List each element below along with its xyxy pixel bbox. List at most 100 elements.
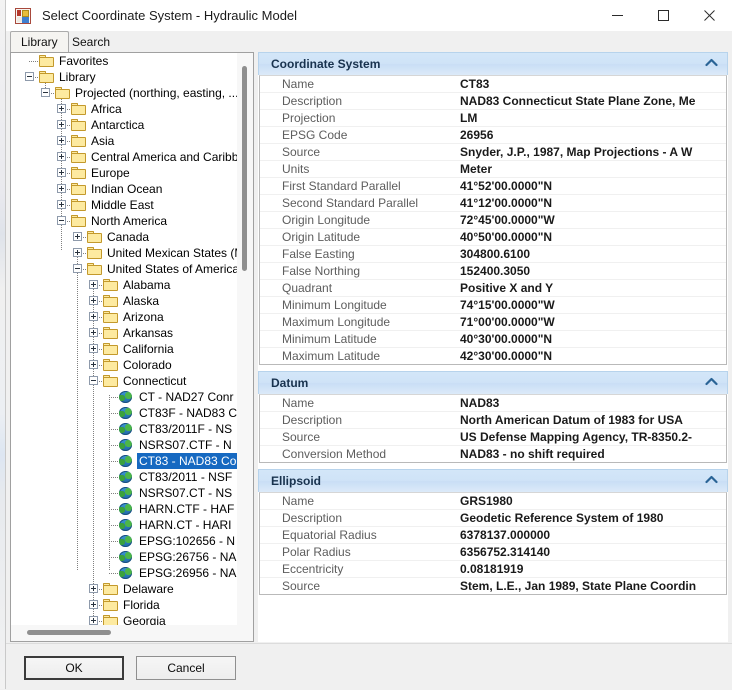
- tree-expand-icon[interactable]: [73, 232, 82, 241]
- property-row[interactable]: Name NAD83: [260, 395, 726, 412]
- tree-item[interactable]: CT83/2011 - NSF: [11, 469, 237, 485]
- maximize-icon[interactable]: [640, 0, 686, 31]
- cancel-button[interactable]: Cancel: [136, 656, 236, 680]
- tree-horizontal-scrollbar-thumb[interactable]: [27, 630, 111, 635]
- tree-item[interactable]: United States of America: [11, 261, 237, 277]
- tree-item[interactable]: Indian Ocean: [11, 181, 237, 197]
- property-row[interactable]: Second Standard Parallel 41°12'00.0000"N: [260, 195, 726, 212]
- tree-item[interactable]: Projected (northing, easting, ...): [11, 85, 237, 101]
- property-row[interactable]: Conversion Method NAD83 - no shift requir…: [260, 446, 726, 462]
- tree-item[interactable]: CT83/2011F - NS: [11, 421, 237, 437]
- tree-expand-icon[interactable]: [89, 312, 98, 321]
- section-header[interactable]: Datum: [258, 371, 728, 394]
- tree-expand-icon[interactable]: [89, 296, 98, 305]
- property-row[interactable]: EPSG Code 26956: [260, 127, 726, 144]
- tree-item[interactable]: Alabama: [11, 277, 237, 293]
- tree-item[interactable]: NSRS07.CTF - N: [11, 437, 237, 453]
- tab-search[interactable]: Search: [62, 31, 120, 52]
- property-row[interactable]: Maximum Latitude 42°30'00.0000"N: [260, 348, 726, 364]
- tree-item[interactable]: Alaska: [11, 293, 237, 309]
- minimize-icon[interactable]: [594, 0, 640, 31]
- chevron-up-icon[interactable]: [705, 58, 718, 70]
- tree-item[interactable]: Asia: [11, 133, 237, 149]
- section-header[interactable]: Coordinate System: [258, 52, 728, 75]
- tree-expand-icon[interactable]: [57, 136, 66, 145]
- property-row[interactable]: Units Meter: [260, 161, 726, 178]
- tree-item[interactable]: EPSG:26956 - NA: [11, 565, 237, 581]
- property-row[interactable]: Origin Longitude 72°45'00.0000"W: [260, 212, 726, 229]
- tree-expand-icon[interactable]: [89, 616, 98, 625]
- tree-item[interactable]: Antarctica: [11, 117, 237, 133]
- tree-expand-icon[interactable]: [89, 280, 98, 289]
- property-row[interactable]: Description North American Datum of 1983 …: [260, 412, 726, 429]
- tree-horizontal-scrollbar[interactable]: [11, 625, 237, 641]
- tree-item[interactable]: Delaware: [11, 581, 237, 597]
- tree-item[interactable]: CT - NAD27 Conr: [11, 389, 237, 405]
- property-row[interactable]: Source Snyder, J.P., 1987, Map Projection…: [260, 144, 726, 161]
- tree-expand-icon[interactable]: [89, 360, 98, 369]
- tree-collapse-icon[interactable]: [57, 216, 66, 225]
- property-row[interactable]: Quadrant Positive X and Y: [260, 280, 726, 297]
- tree-item[interactable]: Connecticut: [11, 373, 237, 389]
- tree-collapse-icon[interactable]: [89, 376, 98, 385]
- tree-item[interactable]: NSRS07.CT - NS: [11, 485, 237, 501]
- tree-expand-icon[interactable]: [57, 200, 66, 209]
- property-row[interactable]: Equatorial Radius 6378137.000000: [260, 527, 726, 544]
- tree-expand-icon[interactable]: [89, 344, 98, 353]
- tree-expand-icon[interactable]: [89, 584, 98, 593]
- chevron-up-icon[interactable]: [705, 377, 718, 389]
- tree-item[interactable]: HARN.CT - HARI: [11, 517, 237, 533]
- tree-collapse-icon[interactable]: [25, 72, 34, 81]
- property-row[interactable]: False Northing 152400.3050: [260, 263, 726, 280]
- property-row[interactable]: Maximum Longitude 71°00'00.0000"W: [260, 314, 726, 331]
- tree-item[interactable]: Arkansas: [11, 325, 237, 341]
- tree-item[interactable]: Central America and Caribbean: [11, 149, 237, 165]
- tree-expand-icon[interactable]: [89, 328, 98, 337]
- tree-expand-icon[interactable]: [57, 104, 66, 113]
- tree-item[interactable]: HARN.CTF - HAF: [11, 501, 237, 517]
- property-row[interactable]: Description NAD83 Connecticut State Plane…: [260, 93, 726, 110]
- tree-collapse-icon[interactable]: [41, 88, 50, 97]
- tree-vertical-scrollbar[interactable]: [237, 53, 253, 627]
- tree-item[interactable]: Africa: [11, 101, 237, 117]
- tree-item[interactable]: Middle East: [11, 197, 237, 213]
- tree-item[interactable]: United Mexican States (M: [11, 245, 237, 261]
- property-row[interactable]: Description Geodetic Reference System of …: [260, 510, 726, 527]
- tree-item[interactable]: EPSG:102656 - N: [11, 533, 237, 549]
- tree-item[interactable]: Library: [11, 69, 237, 85]
- chevron-up-icon[interactable]: [705, 475, 718, 487]
- tree-vertical-scrollbar-thumb[interactable]: [242, 66, 247, 271]
- property-row[interactable]: Name GRS1980: [260, 493, 726, 510]
- tree-item[interactable]: CT83 - NAD83 Co: [11, 453, 237, 469]
- property-row[interactable]: Polar Radius 6356752.314140: [260, 544, 726, 561]
- section-header[interactable]: Ellipsoid: [258, 469, 728, 492]
- property-row[interactable]: Eccentricity 0.08181919: [260, 561, 726, 578]
- property-row[interactable]: First Standard Parallel 41°52'00.0000"N: [260, 178, 726, 195]
- tree-expand-icon[interactable]: [89, 600, 98, 609]
- property-row[interactable]: False Easting 304800.6100: [260, 246, 726, 263]
- tab-library[interactable]: Library: [10, 31, 69, 52]
- tree-collapse-icon[interactable]: [73, 264, 82, 273]
- tree-item[interactable]: Europe: [11, 165, 237, 181]
- property-row[interactable]: Minimum Longitude 74°15'00.0000"W: [260, 297, 726, 314]
- tree-item[interactable]: EPSG:26756 - NA: [11, 549, 237, 565]
- property-row[interactable]: Projection LM: [260, 110, 726, 127]
- tree-expand-icon[interactable]: [73, 248, 82, 257]
- tree-expand-icon[interactable]: [57, 184, 66, 193]
- tree-item[interactable]: Arizona: [11, 309, 237, 325]
- tree-item[interactable]: CT83F - NAD83 C: [11, 405, 237, 421]
- tree-expand-icon[interactable]: [57, 120, 66, 129]
- property-row[interactable]: Origin Latitude 40°50'00.0000"N: [260, 229, 726, 246]
- tree-scroll-area[interactable]: Favorites Library Projected (northing, eas…: [11, 53, 237, 627]
- tree-item[interactable]: North America: [11, 213, 237, 229]
- tree-item[interactable]: Canada: [11, 229, 237, 245]
- property-row[interactable]: Source US Defense Mapping Agency, TR-8350…: [260, 429, 726, 446]
- tree-item[interactable]: Colorado: [11, 357, 237, 373]
- property-row[interactable]: Source Stem, L.E., Jan 1989, State Plane …: [260, 578, 726, 594]
- tree-item[interactable]: California: [11, 341, 237, 357]
- tree-expand-icon[interactable]: [57, 152, 66, 161]
- tree-expand-icon[interactable]: [57, 168, 66, 177]
- ok-button[interactable]: OK: [24, 656, 124, 680]
- property-row[interactable]: Minimum Latitude 40°30'00.0000"N: [260, 331, 726, 348]
- property-row[interactable]: Name CT83: [260, 76, 726, 93]
